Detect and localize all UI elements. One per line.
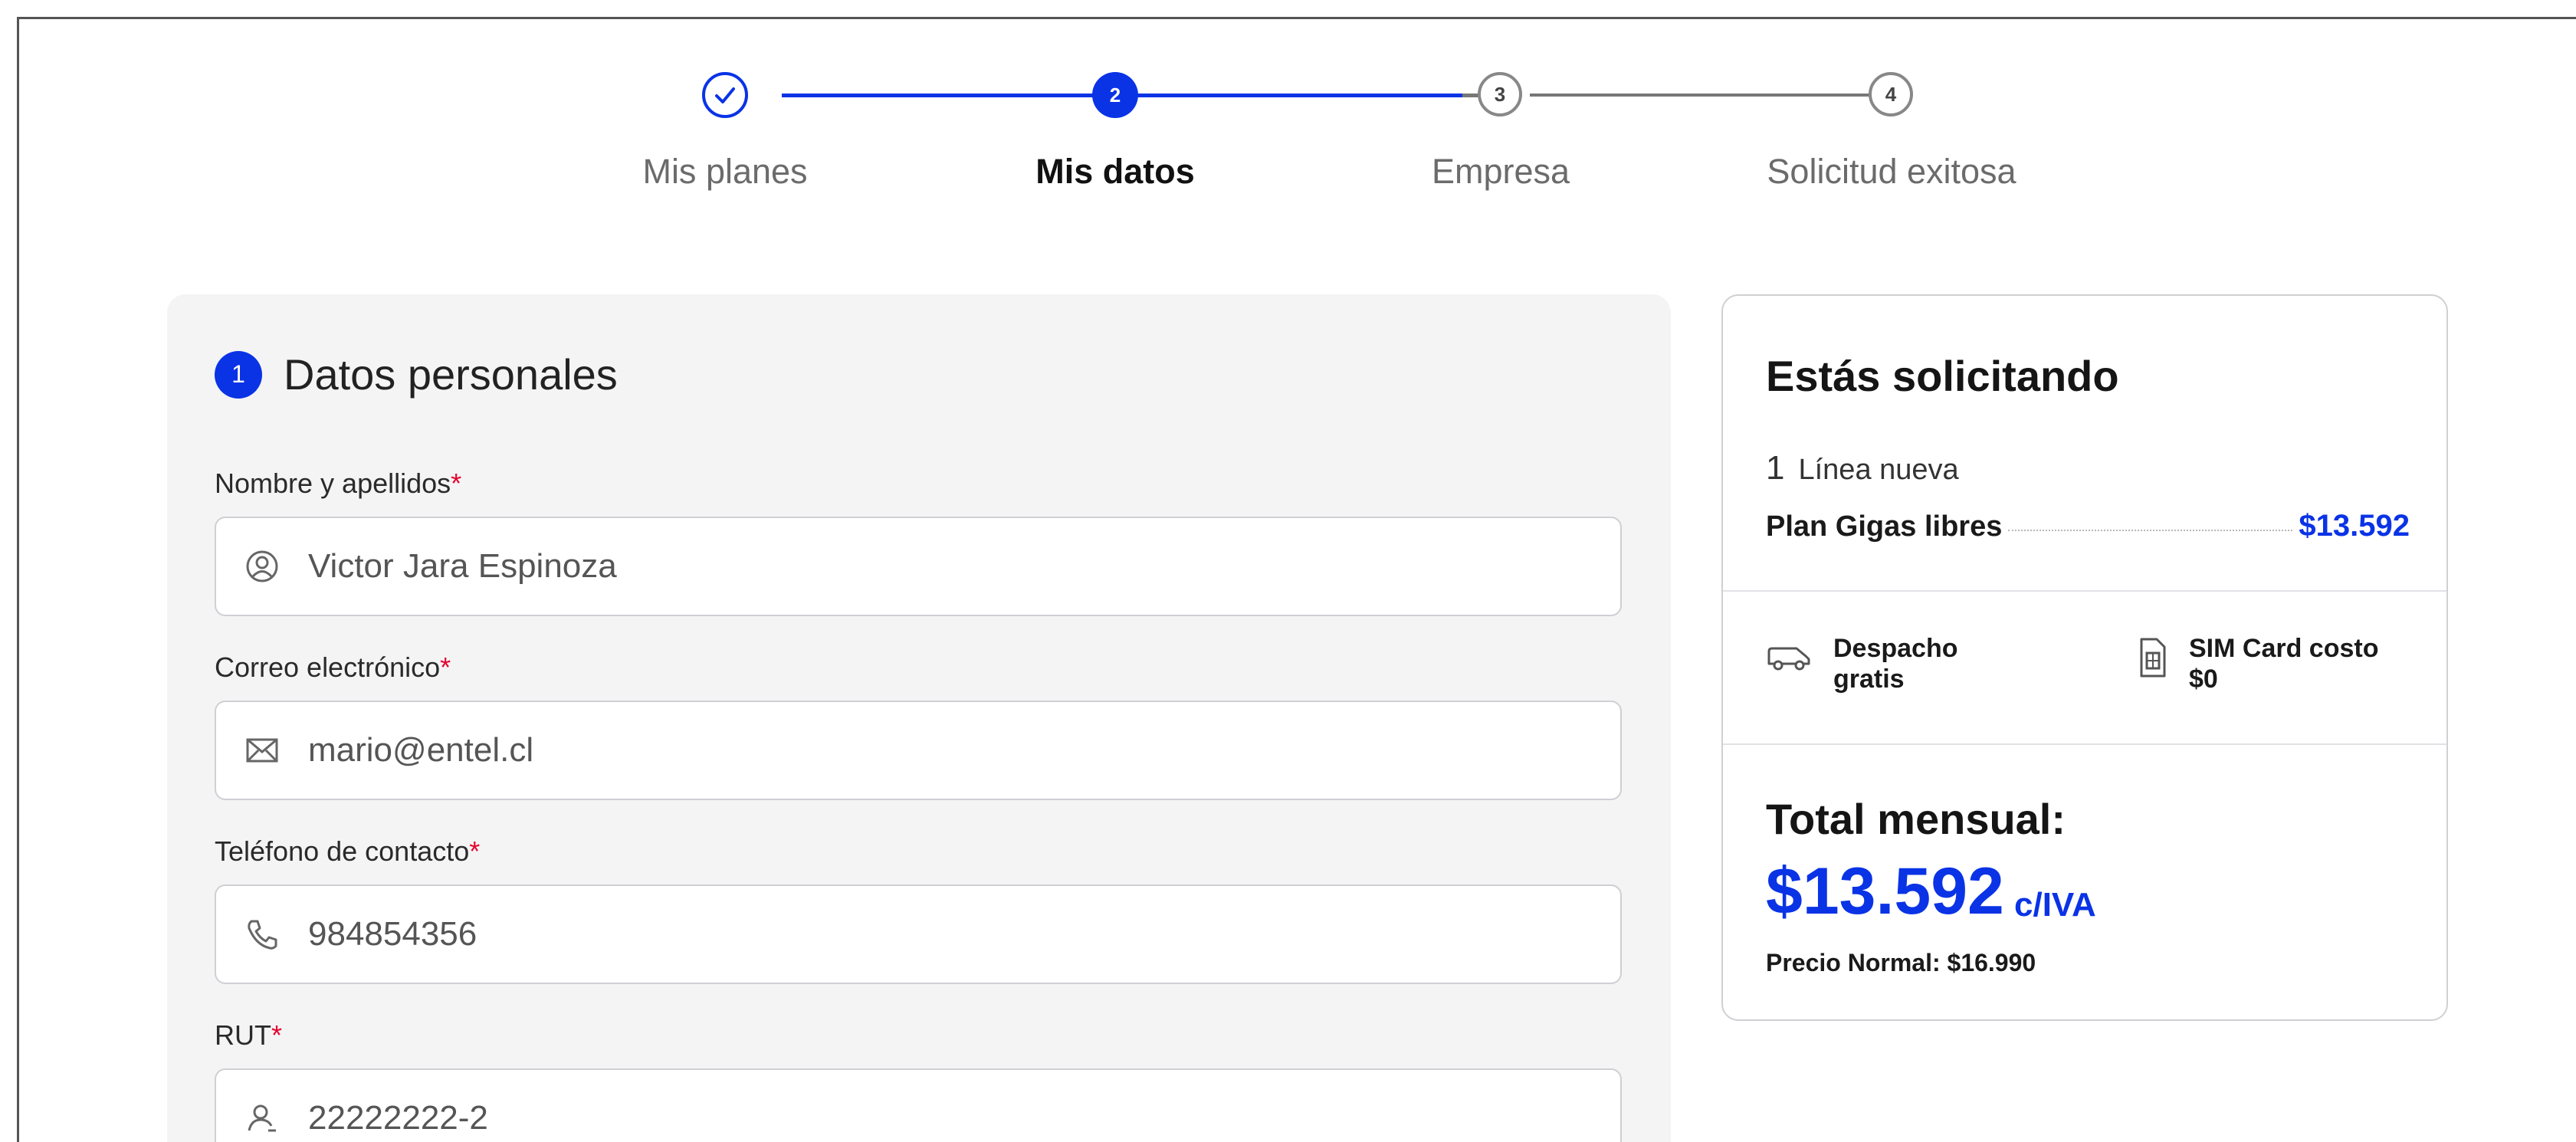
- step-connector-5: [1533, 94, 1870, 97]
- sim-line-1: SIM Card costo: [2189, 634, 2379, 663]
- id-user-icon: [216, 1101, 308, 1135]
- mail-icon: [216, 737, 308, 764]
- section-title: Datos personales: [284, 350, 618, 399]
- rut-field[interactable]: [215, 1068, 1622, 1142]
- progress-stepper: 2 3 4 Mis planes Mis datos Empresa Solic…: [0, 67, 2576, 221]
- user-circle-icon: [216, 550, 308, 583]
- summary-divider-1: [1723, 590, 2446, 592]
- name-label-text: Nombre y apellidos: [215, 468, 451, 499]
- total-amount: $13.592: [1766, 855, 2004, 928]
- step-2-label: Mis datos: [1035, 152, 1195, 191]
- summary-title: Estás solicitando: [1766, 352, 2119, 400]
- total-label: Total mensual:: [1766, 795, 2066, 843]
- personal-data-panel: 1 Datos personales Nombre y apellidos* C…: [167, 294, 1671, 1142]
- phone-icon: [216, 917, 308, 951]
- rut-input[interactable]: [308, 1099, 1534, 1137]
- shipping-line-1: Despacho: [1833, 634, 1958, 663]
- required-mark: *: [469, 835, 481, 867]
- email-field[interactable]: [215, 701, 1622, 800]
- name-label: Nombre y apellidos*: [215, 468, 461, 500]
- shipping-feature: Despacho gratis: [1766, 633, 1958, 694]
- sim-feature: SIM Card costo $0: [2137, 633, 2378, 694]
- rut-label-text: RUT: [215, 1019, 271, 1051]
- phone-input[interactable]: [308, 915, 1534, 953]
- phone-label: Teléfono de contacto*: [215, 835, 480, 868]
- email-label: Correo electrónico*: [215, 651, 451, 684]
- name-input[interactable]: [308, 547, 1534, 586]
- summary-divider-2: [1723, 743, 2446, 745]
- step-2-number: 2: [1092, 72, 1138, 118]
- step-4-number: 4: [1869, 72, 1913, 116]
- plan-name: Plan Gigas libres: [1766, 510, 2003, 543]
- truck-icon: [1766, 642, 1812, 677]
- phone-field[interactable]: [215, 884, 1622, 984]
- rut-label: RUT*: [215, 1019, 282, 1052]
- order-summary-card: Estás solicitando 1 Línea nueva Plan Giga…: [1721, 294, 2448, 1021]
- required-mark: *: [271, 1019, 283, 1051]
- line-text: Línea nueva: [1798, 454, 1959, 486]
- name-field[interactable]: [215, 517, 1622, 616]
- step-connector-2: [1133, 94, 1462, 97]
- sim-line-2: $0: [2189, 665, 2218, 694]
- summary-line: 1 Línea nueva: [1766, 449, 1959, 487]
- total-tax-label: c/IVA: [2014, 886, 2096, 924]
- step-1-label[interactable]: Mis planes: [642, 152, 807, 192]
- section-number-badge: 1: [215, 350, 262, 399]
- required-mark: *: [440, 651, 451, 683]
- step-1-done-icon: [702, 72, 748, 118]
- sim-card-icon: [2137, 636, 2167, 683]
- step-3-number: 3: [1478, 72, 1522, 116]
- plan-dotted-leader: [2008, 530, 2293, 531]
- plan-price: $13.592: [2299, 509, 2410, 543]
- phone-label-text: Teléfono de contacto: [215, 835, 470, 867]
- line-quantity: 1: [1766, 449, 1785, 487]
- plan-row: Plan Gigas libres $13.592: [1766, 509, 2410, 543]
- email-label-text: Correo electrónico: [215, 651, 441, 683]
- step-3-label: Empresa: [1431, 152, 1570, 191]
- email-input[interactable]: [308, 731, 1534, 770]
- shipping-line-2: gratis: [1833, 665, 1905, 694]
- step-4-label: Solicitud exitosa: [1767, 152, 2016, 191]
- section-header: 1 Datos personales: [215, 349, 618, 399]
- normal-price: Precio Normal: $16.990: [1766, 949, 2036, 976]
- required-mark: *: [451, 468, 462, 499]
